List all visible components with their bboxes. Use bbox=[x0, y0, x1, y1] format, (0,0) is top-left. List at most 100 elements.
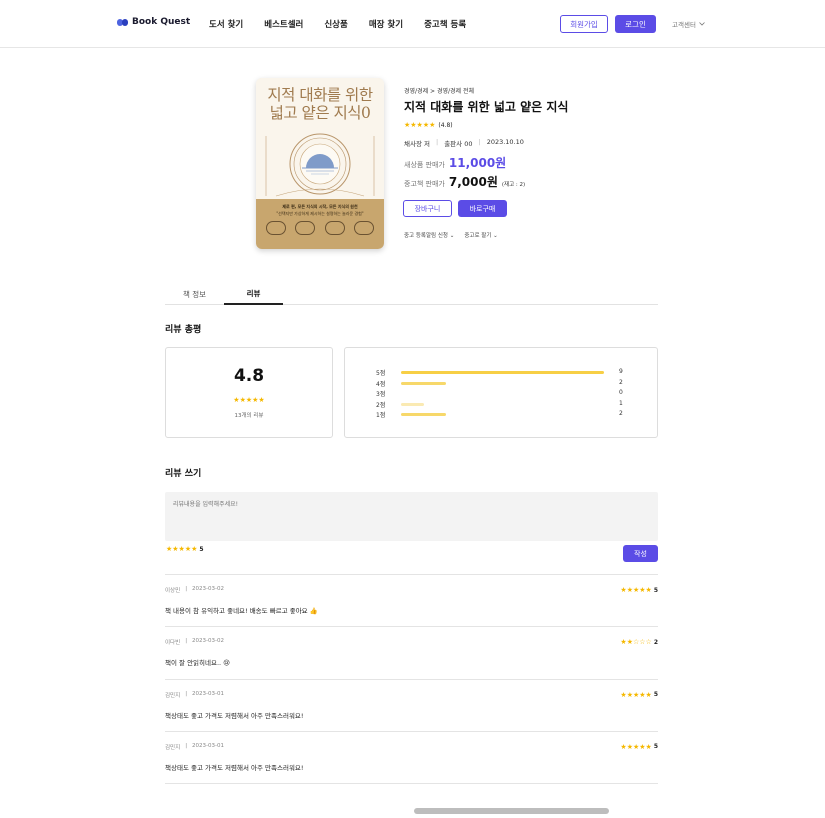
product-title: 지적 대화를 위한 넓고 얕은 지식 bbox=[404, 100, 569, 114]
cover-top: 지적 대화를 위한 넓고 얕은 지식0 bbox=[256, 78, 384, 199]
review-item: 이상민 | 2023-03-02 ★★★★★ 5 책 내용이 참 유익하고 좋네요! 배송… bbox=[165, 574, 658, 626]
rating-distribution-count: 0 bbox=[619, 389, 623, 396]
review-date: 2023-03-01 bbox=[192, 742, 225, 749]
new-price-row: 새상품 판매가 11,000원 bbox=[404, 154, 506, 171]
product-links: 중고 등록알림 신청 ⌄ 중고로 팔기 ⌄ bbox=[404, 231, 498, 239]
rating-distribution-label: 3점 bbox=[376, 391, 386, 398]
review-rating: ★★☆☆☆ 2 bbox=[620, 638, 658, 646]
rating-distribution-row: 4점 2 bbox=[376, 378, 636, 388]
review-text: 책이 잘 안읽히네요.. 😢 bbox=[165, 659, 230, 668]
divider: | bbox=[436, 138, 439, 146]
star-rating-icon: ★★★★★ bbox=[620, 742, 652, 751]
breadcrumb[interactable]: 경영/경제 > 경영/경제 전체 bbox=[404, 86, 474, 95]
new-price-value: 11,000원 bbox=[448, 156, 507, 170]
cover-tagline: "선택지만 가상하게 제시하는 설명하는 놀라운 경험" bbox=[276, 211, 364, 216]
rating-value: (4.8) bbox=[438, 121, 453, 129]
review-count: 13개의 리뷰 bbox=[234, 413, 264, 419]
review-text: 책상태도 좋고 가격도 저렴해서 아주 만족스러워요! bbox=[165, 711, 304, 720]
book-cover-image: 지적 대화를 위한 넓고 얕은 지식0 제로 편, 모든 지식의 시작, 모든 … bbox=[256, 78, 384, 249]
nav-find-books[interactable]: 도서 찾기 bbox=[209, 18, 243, 30]
star-rating-icon: ★★★★★ bbox=[620, 690, 652, 699]
nav-find-store[interactable]: 매장 찾기 bbox=[369, 18, 403, 30]
customer-center-menu[interactable]: 고객센터 bbox=[672, 19, 705, 29]
average-rating-card: 4.8 ★★★★★ 13개의 리뷰 bbox=[165, 347, 333, 438]
author: 채사장 저 bbox=[404, 140, 430, 148]
sell-used-link[interactable]: 중고로 팔기 ⌄ bbox=[464, 231, 497, 239]
average-rating-value: 4.8 bbox=[233, 366, 265, 386]
detail-tabs: 책 정보 리뷰 bbox=[165, 283, 658, 305]
review-meta: 김민지 | 2023-03-01 bbox=[165, 743, 224, 751]
review-item: 이다빈 | 2023-03-02 ★★☆☆☆ 2 책이 잘 안읽히네요.. 😢 bbox=[165, 626, 658, 678]
nav-bestseller[interactable]: 베스트셀러 bbox=[264, 18, 303, 30]
rating-distribution-count: 2 bbox=[619, 378, 623, 386]
used-alert-link[interactable]: 중고 등록알림 신청 ⌄ bbox=[404, 231, 454, 239]
used-alert-label: 중고 등록알림 신청 bbox=[404, 233, 448, 239]
divider bbox=[165, 783, 658, 784]
star-rating-icon: ★★★★★ bbox=[404, 121, 436, 129]
logo[interactable]: Book Quest bbox=[117, 17, 190, 27]
stock-count: (재고 : 2) bbox=[501, 182, 526, 188]
rating-distribution-card: 5점 9 4점 2 3점 0 2점 1 1점 2 bbox=[344, 347, 658, 438]
logo-text: Book Quest bbox=[132, 17, 191, 27]
review-date: 2023-03-01 bbox=[192, 690, 225, 697]
submit-review-button[interactable]: 작성 bbox=[623, 545, 658, 562]
reviewer-name: 이다빈 bbox=[165, 640, 181, 647]
rating-distribution-bar bbox=[401, 381, 447, 385]
login-button[interactable]: 로그인 bbox=[615, 15, 656, 33]
review-rating-value: 5 bbox=[653, 586, 658, 594]
tab-reviews[interactable]: 리뷰 bbox=[224, 283, 283, 305]
reviewer-name: 김민지 bbox=[165, 692, 181, 699]
rating-distribution-count: 2 bbox=[619, 410, 623, 417]
rating-distribution-bar bbox=[401, 371, 604, 374]
review-date: 2023-03-02 bbox=[192, 638, 225, 645]
review-date: 2023-03-02 bbox=[192, 586, 225, 592]
review-item: 김민지 | 2023-03-01 ★★★★★ 5 책상태도 좋고 가격도 저렴해서 아주 … bbox=[165, 678, 658, 731]
buy-now-button[interactable]: 바로구매 bbox=[458, 200, 507, 217]
star-rating-icon: ★★☆☆☆ bbox=[620, 638, 652, 647]
rating-distribution-label: 4점 bbox=[376, 380, 386, 388]
publisher: 출판사 00 bbox=[444, 140, 473, 148]
cover-subtitle: 제로 편, 모든 지식의 시작, 모든 지식의 원천 bbox=[282, 204, 358, 209]
review-star-selector[interactable]: ★★★★★ 5 bbox=[166, 545, 204, 553]
review-item: 김민지 | 2023-03-01 ★★★★★ 5 책상태도 좋고 가격도 저렴해서 아주 … bbox=[165, 730, 658, 783]
nav-new-products[interactable]: 신상품 bbox=[324, 18, 347, 30]
reviewer-name: 이상민 bbox=[165, 588, 181, 594]
review-summary-heading: 리뷰 총평 bbox=[165, 325, 202, 335]
review-text: 책상태도 좋고 가격도 저렴해서 아주 만족스러워요! bbox=[165, 763, 304, 772]
publish-date: 2023.10.10 bbox=[486, 138, 524, 146]
selected-star-value: 5 bbox=[199, 545, 204, 553]
rating-distribution-label: 2점 bbox=[376, 401, 386, 409]
rating-distribution-bar bbox=[401, 402, 424, 406]
main-nav: 도서 찾기 베스트셀러 신상품 매장 찾기 중고책 등록 bbox=[209, 18, 466, 30]
cover-bottom-band: 제로 편, 모든 지식의 시작, 모든 지식의 원천 "선택지만 가상하게 제시… bbox=[256, 199, 384, 249]
rating-distribution-row: 5점 9 bbox=[376, 368, 636, 377]
rating-distribution-bar bbox=[401, 413, 447, 416]
review-rating-value: 5 bbox=[653, 743, 658, 751]
tab-book-info[interactable]: 책 정보 bbox=[165, 283, 224, 305]
nav-register-used[interactable]: 중고책 등록 bbox=[424, 18, 466, 30]
used-price-row: 중고책 판매가 7,000원 (재고 : 2) bbox=[404, 173, 525, 190]
chevron-down-icon: ⌄ bbox=[449, 233, 455, 239]
horizontal-scrollbar[interactable] bbox=[414, 808, 609, 814]
join-button[interactable]: 회원가입 bbox=[560, 15, 608, 33]
review-meta: 이다빈 | 2023-03-02 bbox=[165, 638, 224, 646]
new-price-label: 새상품 판매가 bbox=[404, 161, 445, 169]
review-text: 책 내용이 참 유익하고 좋네요! 배송도 빠르고 좋아요 👍 bbox=[165, 607, 318, 615]
review-rating: ★★★★★ 5 bbox=[620, 691, 658, 699]
review-rating: ★★★★★ 5 bbox=[620, 586, 658, 594]
review-input[interactable] bbox=[165, 492, 658, 541]
chevron-down-icon: ⌄ bbox=[493, 233, 498, 239]
star-rating-icon[interactable]: ★★★★★ bbox=[166, 545, 197, 553]
review-meta: 김민지 | 2023-03-01 bbox=[165, 691, 224, 699]
star-rating-icon: ★★★★★ bbox=[233, 396, 265, 404]
add-to-cart-button[interactable]: 장바구니 bbox=[403, 200, 452, 217]
review-rating-value: 2 bbox=[653, 638, 658, 646]
chevron-down-icon bbox=[699, 22, 705, 26]
used-price-label: 중고책 판매가 bbox=[404, 180, 445, 188]
logo-icon bbox=[117, 18, 129, 27]
divider: | bbox=[478, 138, 481, 146]
rating-distribution-count: 1 bbox=[619, 399, 623, 407]
rating-distribution-row: 2점 1 bbox=[376, 399, 636, 409]
review-rating-value: 5 bbox=[653, 691, 658, 699]
star-rating-icon: ★★★★★ bbox=[620, 586, 652, 594]
